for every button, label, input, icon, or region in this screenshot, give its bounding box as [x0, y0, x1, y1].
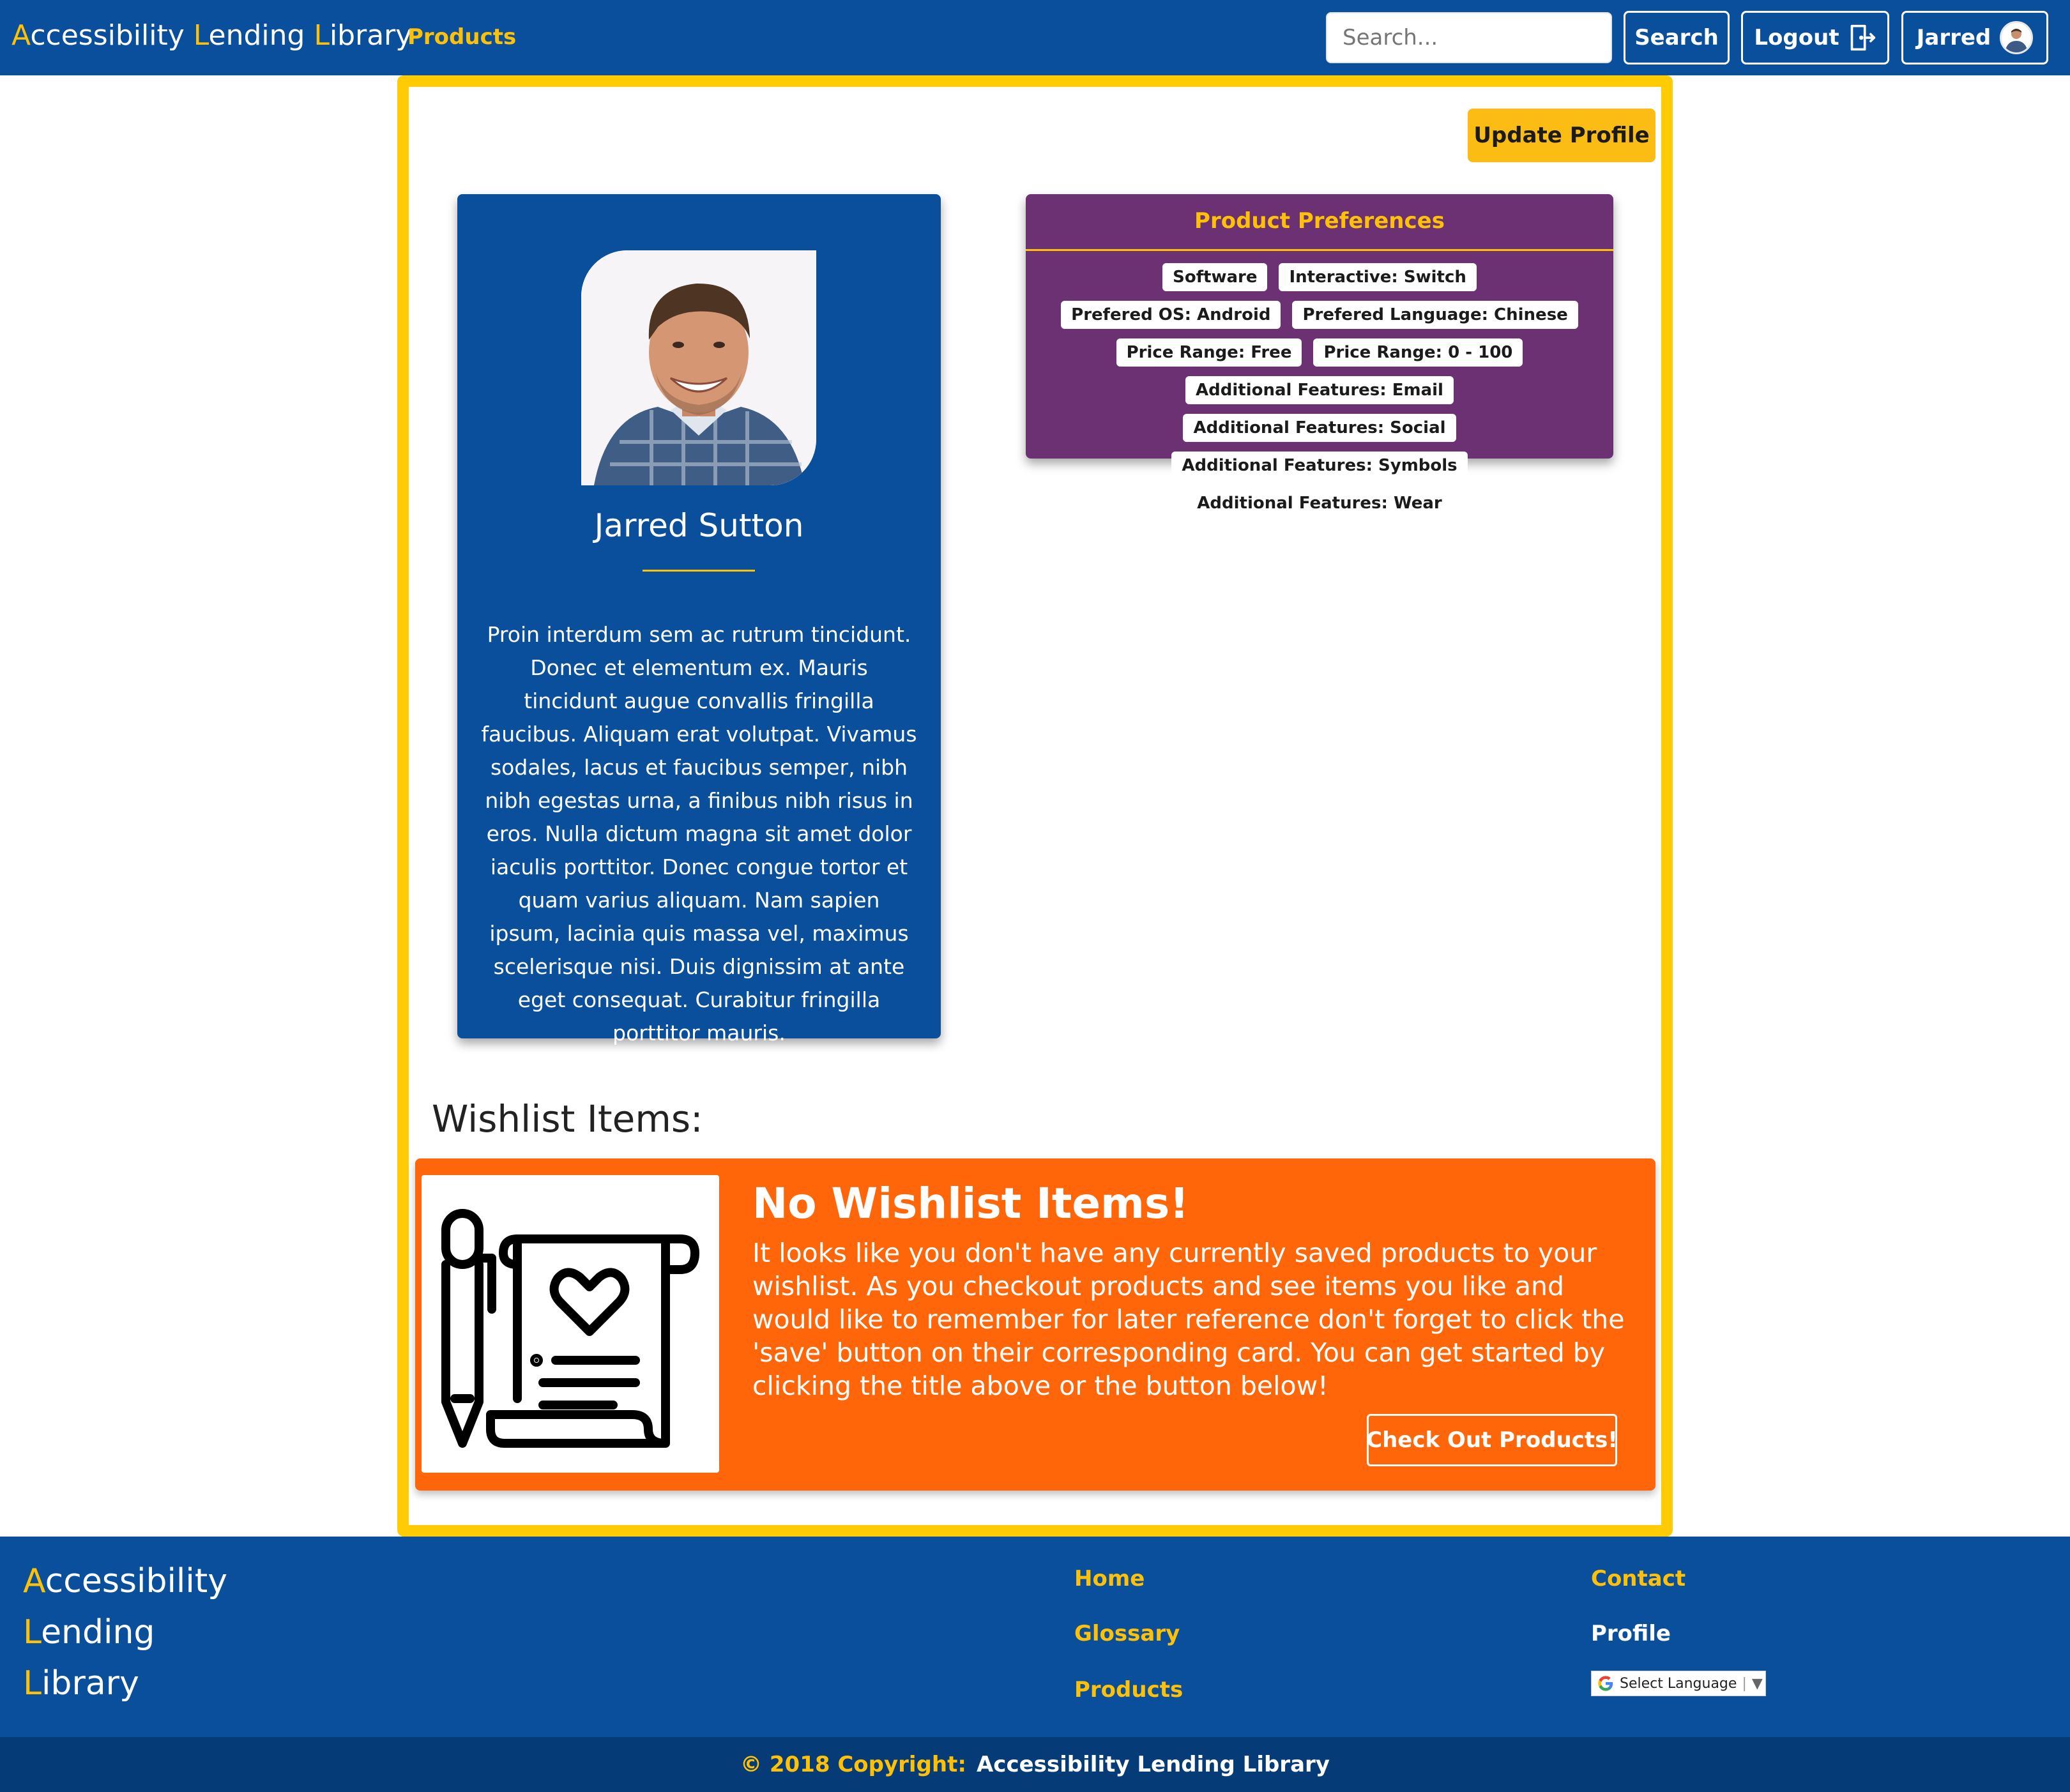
footer-link-glossary[interactable]: Glossary	[1074, 1621, 1180, 1646]
footer-link-products[interactable]: Products	[1074, 1677, 1183, 1703]
footer-brand-initial: A	[23, 1562, 45, 1600]
avatar-person-icon	[2005, 29, 2028, 52]
footer: Accessibility Lending Library Home Gloss…	[0, 1537, 2070, 1737]
logout-button-label: Logout	[1754, 25, 1839, 50]
user-avatar	[2000, 21, 2034, 54]
user-name-label: Jarred	[1916, 25, 1991, 50]
brand-word: ccessibility	[30, 19, 185, 52]
footer-link-contact[interactable]: Contact	[1591, 1566, 1686, 1591]
wishlist-image	[422, 1175, 719, 1473]
wishlist-empty-card: No Wishlist Items! It looks like you don…	[415, 1158, 1655, 1491]
preference-tag: Prefered OS: Android	[1061, 301, 1281, 329]
preference-tag: Additional Features: Symbols	[1171, 452, 1468, 480]
brand-logo-link[interactable]: Accessibility Lending Library	[11, 19, 412, 52]
brand-word: ending	[208, 19, 305, 52]
brand-initial: A	[11, 19, 31, 52]
preference-tag: Price Range: 0 - 100	[1313, 338, 1523, 367]
brand-initial: L	[314, 19, 330, 52]
google-g-icon	[1598, 1676, 1613, 1691]
brand-initial: L	[193, 19, 209, 52]
search-input[interactable]	[1326, 12, 1612, 63]
check-out-products-button[interactable]: Check Out Products!	[1366, 1414, 1618, 1466]
top-navbar: Accessibility Lending Library Products S…	[0, 0, 2070, 75]
search-button-label: Search	[1634, 25, 1719, 50]
language-select-separator: |	[1742, 1675, 1747, 1692]
preference-tag: Software	[1162, 263, 1268, 291]
footer-brand-initial: L	[23, 1664, 42, 1703]
footer-link-home[interactable]: Home	[1074, 1566, 1145, 1591]
preference-tag: Additional Features: Social	[1183, 414, 1456, 442]
footer-brand-initial: L	[23, 1613, 42, 1652]
preference-tag-list: Software Interactive: Switch Prefered OS…	[1051, 263, 1588, 517]
user-menu-button[interactable]: Jarred	[1901, 11, 2048, 65]
search-button[interactable]: Search	[1624, 11, 1730, 65]
product-preferences-title: Product Preferences	[1194, 208, 1445, 234]
chevron-down-icon: ▼	[1751, 1675, 1763, 1692]
profile-name-divider	[643, 570, 755, 572]
preference-tag: Additional Features: Wear	[1187, 489, 1452, 517]
preference-tag: Prefered Language: Chinese	[1292, 301, 1578, 329]
footer-brand-word: ending	[41, 1613, 155, 1652]
update-profile-button[interactable]: Update Profile	[1468, 109, 1655, 162]
profile-person-portrait	[581, 250, 816, 485]
pen-and-scroll-heart-icon	[441, 1209, 699, 1448]
preference-tag: Interactive: Switch	[1279, 263, 1477, 291]
profile-name: Jarred Sutton	[594, 507, 804, 544]
wishlist-empty-message: It looks like you don't have any current…	[752, 1238, 1625, 1401]
logout-button[interactable]: Logout	[1741, 11, 1889, 65]
copyright-bar: © 2018 Copyright: Accessibility Lending …	[0, 1737, 2070, 1792]
preference-tag: Additional Features: Email	[1185, 376, 1454, 404]
brand-word: ibrary	[329, 19, 413, 52]
language-select-label: Select Language	[1620, 1675, 1737, 1692]
nav-products-link[interactable]: Products	[407, 24, 516, 50]
copyright-owner: Accessibility Lending Library	[976, 1752, 1330, 1777]
wishlist-empty-title[interactable]: No Wishlist Items!	[752, 1179, 1189, 1228]
copyright-prefix: © 2018 Copyright:	[740, 1752, 966, 1777]
language-select[interactable]: Select Language | ▼	[1591, 1671, 1766, 1696]
logout-door-icon	[1850, 24, 1875, 51]
profile-photo	[581, 250, 816, 485]
footer-brand: Accessibility Lending Library	[23, 1556, 227, 1709]
preference-tag: Price Range: Free	[1116, 338, 1302, 367]
footer-brand-word: ccessibility	[45, 1562, 227, 1600]
footer-brand-word: ibrary	[41, 1664, 139, 1703]
wishlist-heading: Wishlist Items:	[432, 1097, 703, 1141]
product-preferences-divider	[1026, 249, 1613, 251]
footer-link-profile[interactable]: Profile	[1591, 1621, 1671, 1646]
product-preferences-card: Product Preferences Software Interactive…	[1026, 194, 1613, 517]
profile-card: Jarred Sutton Proin interdum sem ac rutr…	[457, 194, 941, 1045]
profile-bio: Proin interdum sem ac rutrum tincidunt. …	[481, 622, 917, 1045]
